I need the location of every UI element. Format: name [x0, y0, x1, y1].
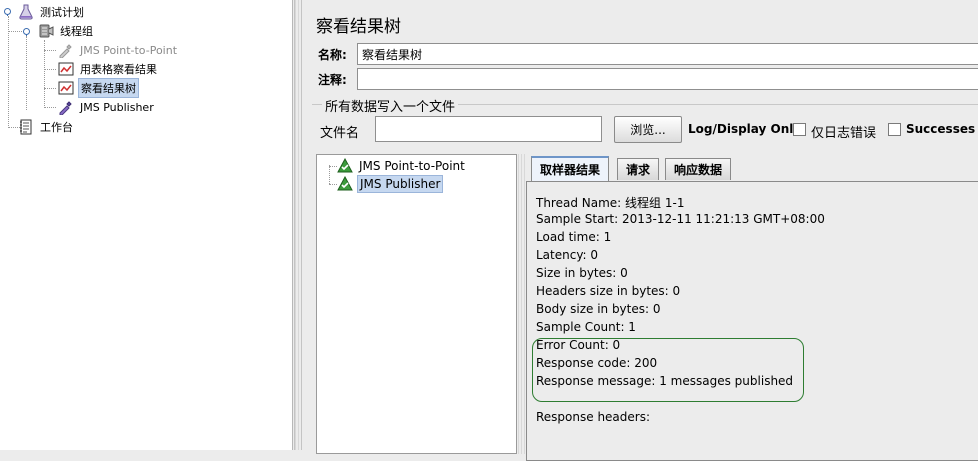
result-line-thread-name: Thread Name: 线程组 1-1 — [536, 196, 685, 210]
tree-node-label: JMS Publisher — [80, 100, 154, 114]
tree-node-jms-publisher[interactable]: JMS Publisher — [58, 98, 156, 116]
tree-node-label: JMS Point-to-Point — [80, 43, 178, 57]
collapse-toggle-icon[interactable] — [22, 27, 31, 36]
results-split-divider[interactable] — [518, 154, 526, 454]
workbench-icon — [20, 119, 32, 135]
name-field[interactable] — [357, 43, 978, 65]
tree-node-label: 测试计划 — [40, 6, 84, 19]
tree-node-view-results-tree[interactable]: 察看结果树 — [58, 78, 139, 98]
tab-sampler-result[interactable]: 取样器结果 — [531, 156, 610, 181]
tree-node-jms-point-to-point[interactable]: JMS Point-to-Point — [58, 41, 179, 59]
result-node-label: JMS Point-to-Point — [359, 159, 465, 173]
comment-field[interactable] — [357, 68, 978, 90]
tab-request[interactable]: 请求 — [617, 158, 660, 180]
view-results-tree-panel: 察看结果树 名称: 注释: 所有数据写入一个文件 文件名 浏览... Log/D… — [304, 0, 978, 461]
sampler-result-content[interactable]: Thread Name: 线程组 1-1 Sample Start: 2013-… — [526, 181, 978, 461]
result-tabs: 取样器结果 请求 响应数据 — [526, 154, 978, 182]
tab-response-data[interactable]: 响应数据 — [665, 158, 732, 180]
result-line-headers-size: Headers size in bytes: 0 — [536, 284, 681, 298]
errors-only-label: 仅日志错误 — [811, 126, 877, 141]
sample-result-tree[interactable]: JMS Point-to-Point JMS Publisher — [316, 154, 517, 454]
panel-title: 察看结果树 — [316, 17, 401, 37]
flask-icon — [19, 4, 33, 20]
success-triangle-icon — [337, 176, 353, 191]
comment-label: 注释: — [318, 73, 347, 87]
collapse-toggle-icon[interactable] — [3, 7, 12, 16]
result-line-body-size: Body size in bytes: 0 — [536, 302, 661, 316]
successes-checkbox[interactable] — [888, 123, 901, 136]
result-line-sample-count: Sample Count: 1 — [536, 320, 636, 334]
tree-node-label: 用表格察看结果 — [80, 63, 157, 76]
result-line-size-in-bytes: Size in bytes: 0 — [536, 266, 628, 280]
browse-button[interactable]: 浏览... — [614, 116, 682, 143]
listener-graph-icon — [58, 81, 74, 95]
result-node-jms-publisher[interactable]: JMS Publisher — [337, 175, 444, 193]
successes-label: Successes — [906, 122, 976, 136]
tree-node-view-results-in-table[interactable]: 用表格察看结果 — [58, 60, 159, 78]
test-plan-tree[interactable]: 测试计划 线程组 JMS Point-to-Point 用表格察看结果 察看结果… — [0, 0, 293, 450]
sampler-pipette-icon — [59, 101, 72, 115]
thread-group-icon — [39, 24, 54, 38]
result-line-response-headers: Response headers: — [536, 410, 651, 424]
success-triangle-icon — [337, 158, 353, 173]
listener-graph-icon — [58, 62, 74, 76]
tree-node-label: 线程组 — [60, 25, 93, 38]
filename-label: 文件名 — [320, 126, 360, 141]
split-pane-divider[interactable] — [294, 0, 302, 450]
tree-node-workbench[interactable]: 工作台 — [18, 118, 75, 136]
name-label: 名称: — [318, 48, 347, 62]
log-display-only-label: Log/Display Only: — [688, 122, 806, 136]
highlight-annotation-box — [532, 338, 804, 402]
result-line-load-time: Load time: 1 — [536, 230, 612, 244]
tree-node-thread-group[interactable]: 线程组 — [38, 22, 95, 40]
result-node-label: JMS Publisher — [357, 175, 444, 193]
sampler-pipette-icon — [59, 44, 72, 58]
result-line-latency: Latency: 0 — [536, 248, 599, 262]
tree-node-label: 察看结果树 — [78, 78, 139, 98]
filename-input[interactable] — [375, 116, 602, 142]
result-line-sample-start: Sample Start: 2013-12-11 11:21:13 GMT+08… — [536, 212, 825, 226]
tree-node-test-plan[interactable]: 测试计划 — [18, 3, 86, 21]
file-group-title: 所有数据写入一个文件 — [322, 96, 459, 115]
errors-only-checkbox[interactable] — [793, 123, 806, 136]
tree-node-label: 工作台 — [40, 121, 73, 134]
result-node-jms-point-to-point[interactable]: JMS Point-to-Point — [337, 157, 467, 175]
